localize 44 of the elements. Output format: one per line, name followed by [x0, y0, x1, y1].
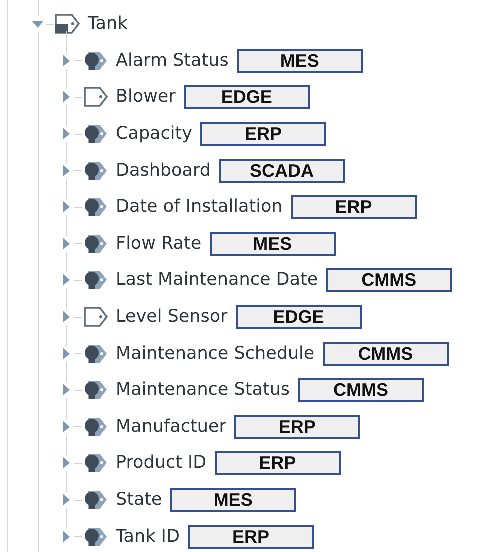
source-label: ERP [214, 451, 341, 476]
tag-head-icon [82, 123, 110, 146]
source-label: EDGE [236, 305, 362, 330]
source-label: MES [210, 232, 336, 256]
source-label: MES [170, 488, 296, 512]
tag-head-icon [82, 269, 110, 292]
tag-head-icon [82, 379, 110, 402]
tag-head-icon [82, 50, 110, 72]
source-label: ERP [188, 524, 314, 549]
source-label: ERP [290, 195, 417, 220]
source-label: CMMS [326, 268, 452, 292]
tree-item-label[interactable]: Product ID [116, 453, 207, 474]
tag-icon [82, 306, 110, 328]
source-label: ERP [200, 122, 326, 146]
source-label: CMMS [322, 342, 449, 366]
tag-head-icon [82, 160, 110, 182]
tree-item-label[interactable]: Maintenance Status [116, 380, 290, 400]
tag-head-icon [82, 342, 110, 365]
tag-head-icon [82, 526, 110, 548]
tree-item-label[interactable]: State [116, 490, 162, 510]
tree-item-label[interactable]: Maintenance Schedule [116, 344, 315, 364]
tree-item-label[interactable]: Tank [88, 14, 128, 34]
tree-item-label[interactable]: Capacity [116, 124, 192, 144]
source-label: SCADA [218, 158, 345, 183]
tree-item-label[interactable]: Dashboard [116, 160, 211, 181]
tree-item-label[interactable]: Last Maintenance Date [116, 270, 318, 290]
tag-head-icon [82, 452, 110, 474]
tag-head-icon [82, 196, 110, 218]
source-label: MES [236, 48, 363, 73]
tag-head-icon [82, 232, 110, 255]
source-label: ERP [234, 414, 360, 439]
tree-item-label[interactable]: Date of Installation [116, 197, 283, 218]
tree-item-label[interactable]: Blower [116, 87, 176, 108]
tag-head-icon [82, 416, 110, 438]
tree-item-label[interactable]: Tank ID [116, 526, 180, 547]
tree-item-label[interactable]: Level Sensor [116, 307, 228, 328]
tree-item-label[interactable]: Flow Rate [116, 234, 202, 254]
source-label: CMMS [298, 378, 424, 402]
tree-item-label[interactable]: Alarm Status [116, 50, 229, 71]
tag-head-icon [82, 489, 110, 512]
folder-tag-icon [54, 13, 82, 36]
tree-item-label[interactable]: Manufactuer [116, 416, 226, 437]
source-label: EDGE [184, 85, 310, 110]
tag-icon [82, 86, 110, 108]
